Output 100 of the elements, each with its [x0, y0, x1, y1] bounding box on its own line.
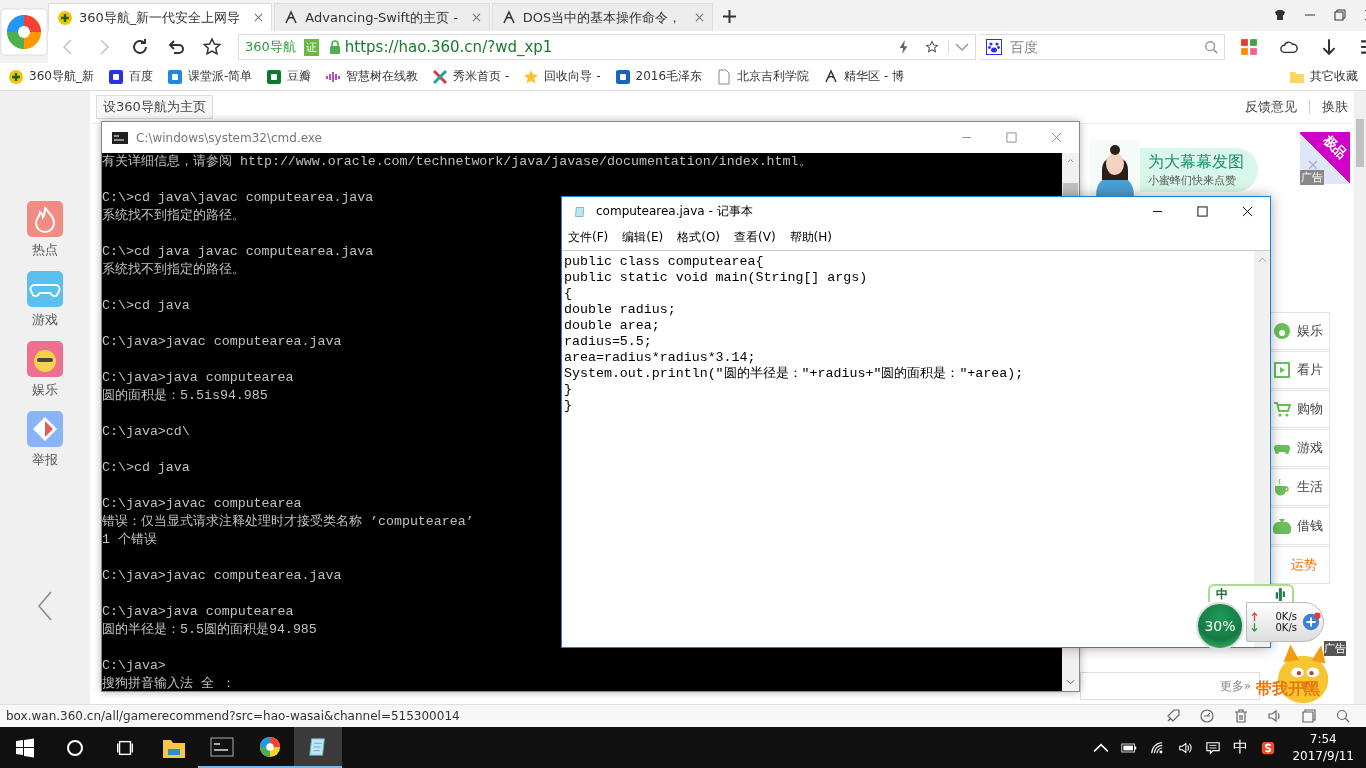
ad-title: 为大幕幕发图	[1148, 152, 1244, 173]
plus-icon	[57, 9, 73, 26]
taskbar-app[interactable]	[294, 727, 342, 768]
more-link[interactable]: 更多»	[1219, 677, 1251, 695]
browser-tab[interactable]: DOS当中的基本操作命令，	[491, 3, 714, 31]
input-method-indicator[interactable]: 中	[1227, 738, 1255, 757]
menu-item[interactable]: 查看(V)	[734, 229, 776, 246]
console-line: C:\java>javac computearea.java	[102, 333, 342, 351]
console-line: C:\java>javac computearea.java	[102, 567, 342, 585]
console-line: C:\java>cd\	[102, 423, 190, 441]
console-line: 系统找不到指定的路径。	[102, 261, 245, 279]
code-line: radius=5.5;	[564, 334, 652, 350]
certificate-badge: 证	[303, 38, 319, 56]
category-link[interactable]: 游戏	[1270, 429, 1330, 467]
bookmark[interactable]: 精华区 - 博	[823, 68, 905, 85]
code-line: public class computearea{	[564, 254, 764, 270]
code-line: System.out.println("圆的半径是："+radius+"圆的面积是："+area);	[564, 366, 1024, 382]
sidebar-item[interactable]: 热点	[27, 201, 63, 259]
address-bar[interactable]: 360导航 证 https://hao.360.cn/?wd_xp1	[238, 34, 976, 60]
plus-icon[interactable]	[1301, 612, 1321, 632]
console-line: 圆的面积是：5.5is94.985	[102, 387, 268, 405]
category-link[interactable]: 娱乐	[1270, 312, 1330, 350]
scrollbar[interactable]	[1062, 647, 1079, 691]
menu-item[interactable]: 帮助(H)	[789, 229, 832, 246]
window-title: C:\windows\system32\cmd.exe	[136, 130, 322, 145]
bookmark[interactable]: 回收向导 -	[523, 68, 601, 85]
console-line: C:\>cd java javac computearea.java	[102, 243, 374, 261]
restore-icon[interactable]	[1334, 9, 1346, 21]
console-line: 有关详细信息，请参阅 http://www.oracle.com/technetwork/java/javase/documentation/index.html。	[102, 153, 812, 171]
scroll-thumb[interactable]	[1063, 182, 1078, 196]
sidebar-item[interactable]: 游戏	[27, 271, 63, 329]
console-line: C:\>cd java\javac computearea.java	[102, 189, 374, 207]
ad-banner[interactable]: 为大幕幕发图 小蜜蜂们快来点赞	[1090, 132, 1258, 196]
site-icon	[107, 68, 124, 85]
upload-speed: 0K/s	[1275, 611, 1297, 622]
cup-icon	[1273, 478, 1291, 496]
sidebar-item[interactable]: 举报	[27, 411, 63, 469]
ribbon-label: 极品	[1319, 131, 1351, 163]
shirt-icon[interactable]	[1274, 9, 1286, 21]
network-speed-panel[interactable]: 0K/s 0K/s	[1246, 602, 1324, 642]
widget-char: 中	[1216, 587, 1228, 601]
set-homepage-button[interactable]: 设360导航为主页	[96, 95, 213, 119]
search-field[interactable]: 百度	[980, 34, 1225, 60]
bookmark[interactable]: 360导航_新	[8, 68, 94, 85]
cactus-icon	[1274, 587, 1286, 601]
category-link[interactable]: 看片	[1270, 351, 1330, 389]
console-line: 1 个错误	[102, 531, 157, 549]
console-line: C:\java>java computearea	[102, 603, 294, 621]
window-title: computearea.java - 记事本	[596, 203, 753, 220]
bookmark[interactable]: 课堂派-简单	[166, 68, 253, 85]
money-bag-icon	[1273, 517, 1291, 535]
page-icon	[716, 68, 733, 85]
cross-icon	[432, 68, 449, 85]
skin-link[interactable]: 换肤	[1322, 98, 1348, 116]
bookmark[interactable]: 豆瓣	[266, 68, 312, 85]
console-line: C:\>cd java	[102, 459, 190, 477]
terminal-icon	[210, 735, 234, 758]
site-icon	[266, 68, 283, 85]
ad-tag: 广告	[1324, 641, 1346, 656]
star-icon	[523, 68, 540, 85]
console-line: 圆的半径是：5.5圆的面积是94.985	[102, 621, 317, 639]
category-link[interactable]: 购物	[1270, 390, 1330, 428]
cart-icon	[1273, 400, 1291, 418]
scrollbar[interactable]	[1062, 153, 1079, 196]
bookmark[interactable]: 北京吉利学院	[716, 68, 810, 85]
bookmark[interactable]: 智慧树在线教	[325, 68, 419, 85]
menu-item[interactable]: 编辑(E)	[622, 229, 664, 246]
time-text: 7:54	[1309, 730, 1337, 748]
code-line: double radius;	[564, 302, 676, 318]
url-text: https://hao.360.cn/?wd_xp1	[344, 38, 553, 56]
code-line: double area;	[564, 318, 660, 334]
bookmark[interactable]: 百度	[107, 68, 153, 85]
menu-item[interactable]: 文件(F)	[568, 229, 609, 246]
code-line: public static void main(String[] args)	[564, 270, 868, 286]
console-line: C:\java>javac computearea	[102, 495, 302, 513]
memory-percent: 30%	[1204, 618, 1236, 634]
console-line: 系统找不到指定的路径。	[102, 207, 245, 225]
gamepad-icon	[27, 271, 63, 307]
bookmark-folder[interactable]: 其它收藏	[1289, 68, 1358, 85]
console-line: 错误：仅当显式请求注释处理时才接受类名称 ’computearea’	[102, 513, 474, 531]
category-link[interactable]: 借钱	[1270, 507, 1330, 545]
bookmark[interactable]: 2016毛泽东	[614, 68, 703, 85]
lock-icon	[328, 40, 341, 54]
clock[interactable]: 7:54 2017/9/11	[1282, 730, 1366, 765]
plus-icon	[8, 68, 24, 85]
terminal-icon	[112, 131, 128, 144]
browser-tab[interactable]: Advancing-Swift的主页 -	[274, 3, 490, 31]
ad-subtitle: 小蜜蜂们快来点赞	[1148, 173, 1237, 188]
scrollbar[interactable]	[1354, 91, 1366, 704]
new-tab-icon[interactable]	[723, 10, 737, 23]
browser-tab[interactable]: 360导航_新一代安全上网导	[48, 3, 273, 31]
category-link[interactable]: 生活	[1270, 468, 1330, 506]
code-line: area=radius*radius*3.14;	[564, 350, 756, 366]
browser-logo-icon	[258, 735, 282, 758]
bookmark[interactable]: 秀米首页 -	[432, 68, 510, 85]
ad-tag: 广告	[1300, 170, 1324, 185]
feedback-link[interactable]: 反馈意见	[1245, 98, 1297, 116]
menu-item[interactable]: 格式(O)	[677, 229, 721, 246]
sidebar-item[interactable]: 娱乐	[27, 341, 63, 399]
site-icon	[614, 68, 631, 85]
